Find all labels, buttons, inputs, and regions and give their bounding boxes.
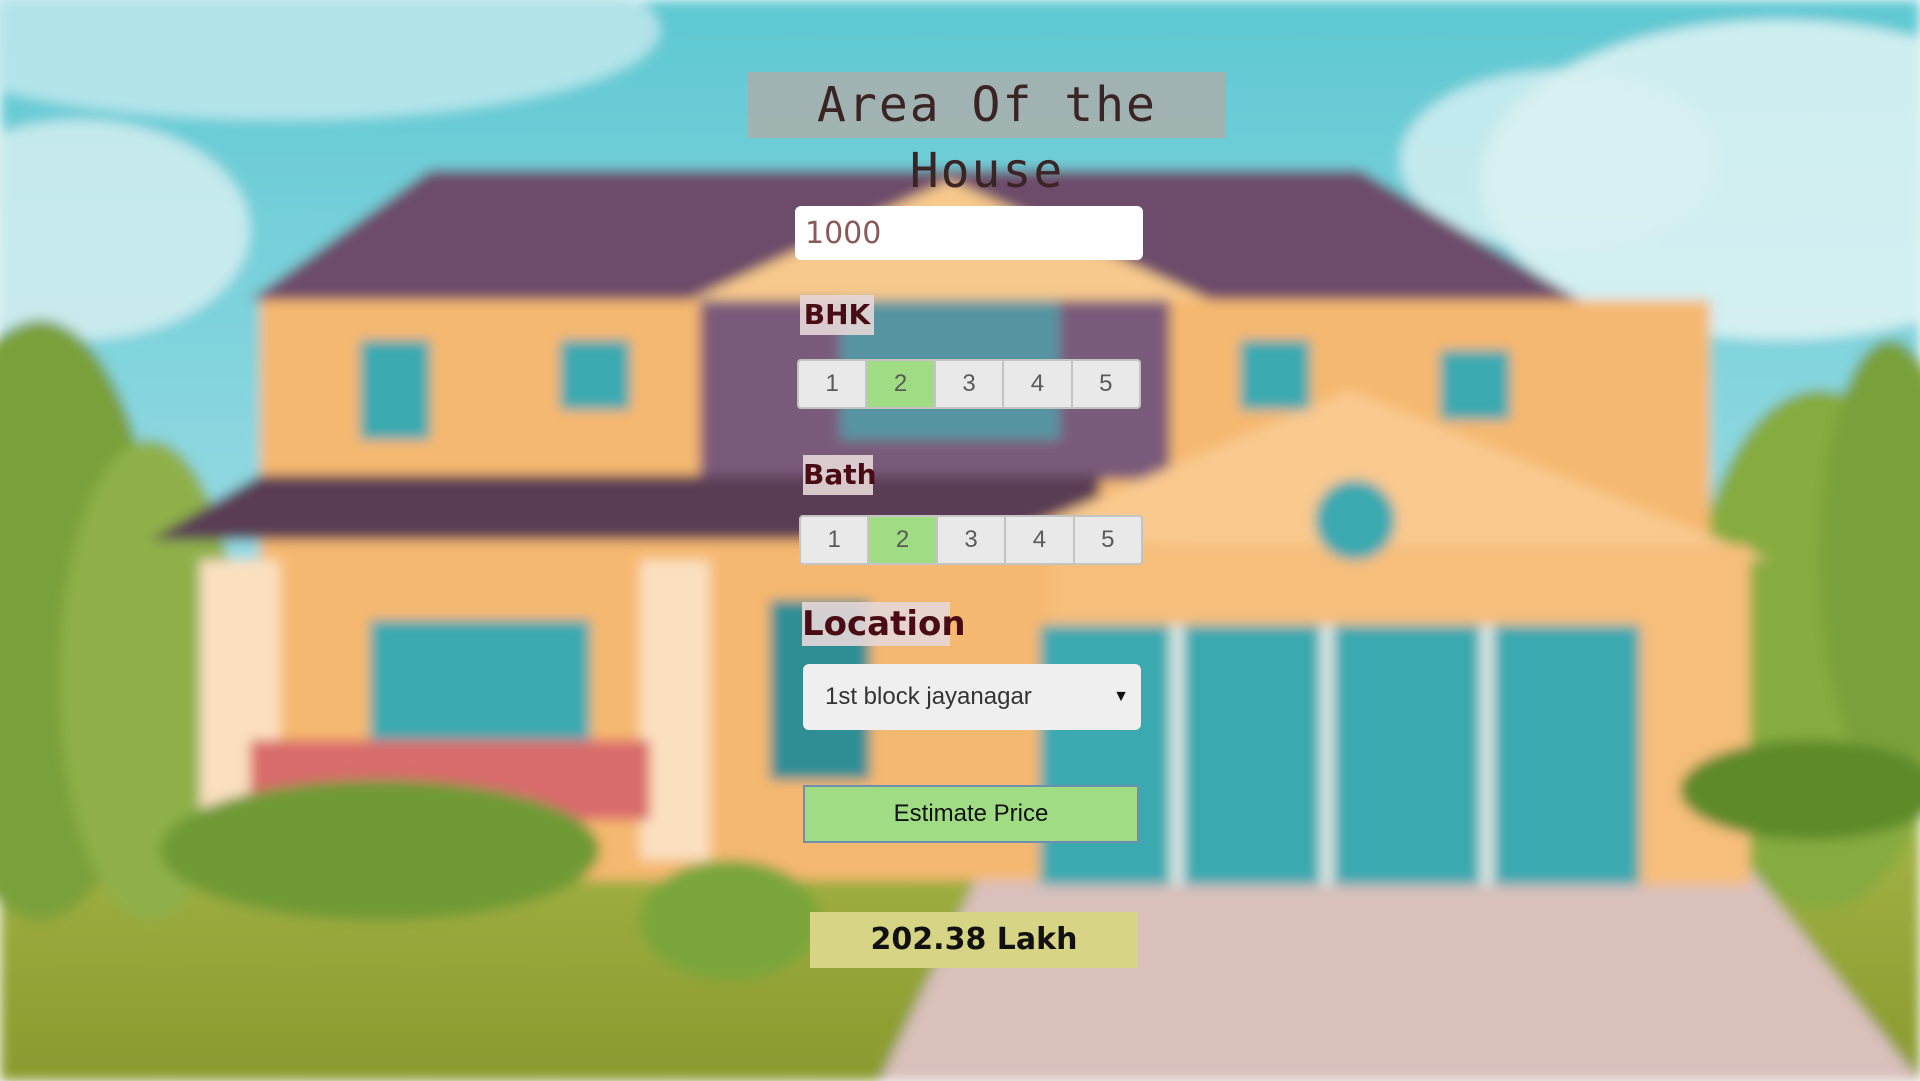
bhk-option-5[interactable]: 5 — [1072, 361, 1139, 407]
location-label: Location — [802, 602, 966, 646]
area-input[interactable] — [795, 206, 1143, 260]
page-title: Area Of the House — [748, 72, 1226, 199]
location-select[interactable]: 1st block jayanagar ▼ — [803, 664, 1141, 730]
estimate-price-button[interactable]: Estimate Price — [803, 785, 1139, 843]
dropdown-caret-icon: ▼ — [1113, 688, 1129, 705]
location-selected-value: 1st block jayanagar — [825, 683, 1032, 710]
bhk-selector: 1 2 3 4 5 — [797, 359, 1141, 409]
bhk-option-2[interactable]: 2 — [867, 361, 936, 407]
bath-label: Bath — [803, 455, 877, 495]
estimated-price-result: 202.38 Lakh — [810, 912, 1138, 968]
bhk-option-1[interactable]: 1 — [799, 361, 868, 407]
bhk-option-4[interactable]: 4 — [1004, 361, 1073, 407]
bath-selector: 1 2 3 4 5 — [799, 515, 1143, 565]
bath-option-3[interactable]: 3 — [937, 517, 1007, 563]
bhk-option-3[interactable]: 3 — [935, 361, 1005, 407]
bath-option-4[interactable]: 4 — [1006, 517, 1075, 563]
bath-option-5[interactable]: 5 — [1074, 517, 1141, 563]
bhk-label: BHK — [800, 295, 874, 335]
price-prediction-form: Area Of the House BHK 1 2 3 4 5 Bath 1 2… — [0, 0, 1920, 1081]
bath-option-1[interactable]: 1 — [801, 517, 870, 563]
bath-option-2[interactable]: 2 — [869, 517, 938, 563]
